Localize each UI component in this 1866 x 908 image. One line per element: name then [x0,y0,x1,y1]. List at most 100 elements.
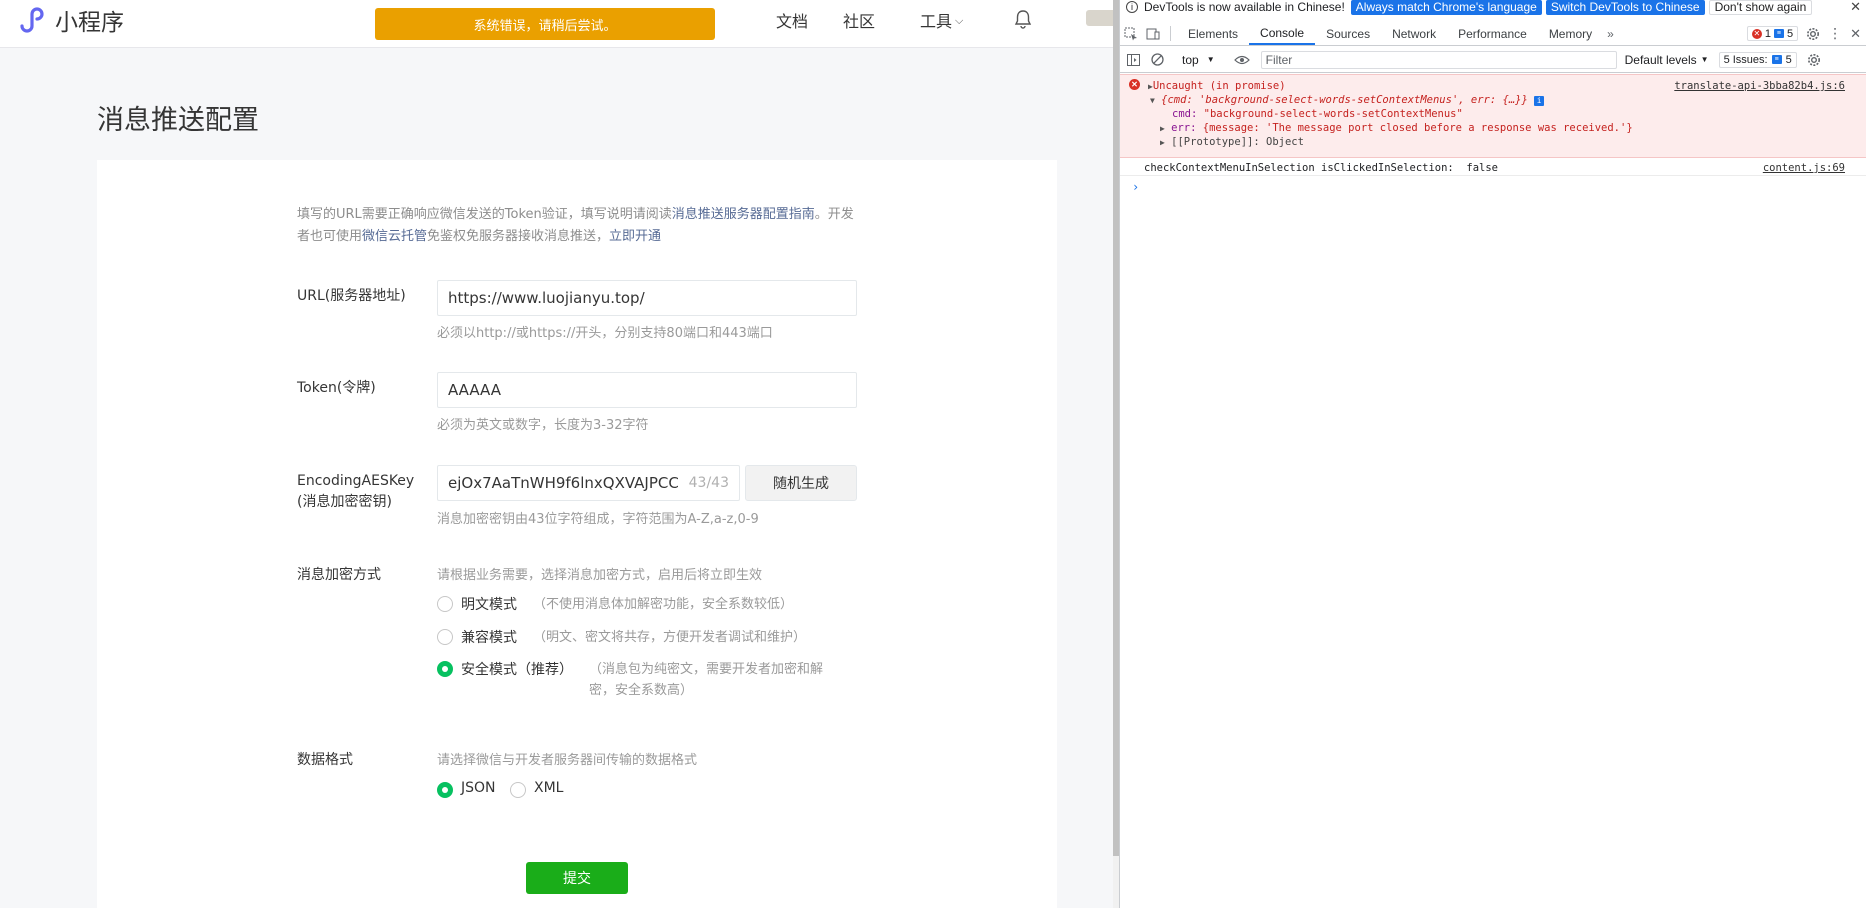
radio-button-checked[interactable] [437,782,453,798]
radio-label: 安全模式（推荐） [461,662,573,678]
intro-text-3: 免鉴权免服务器接收消息推送， [427,229,610,244]
server-config-guide-link[interactable]: 消息推送服务器配置指南 [672,207,815,222]
more-tabs-icon[interactable]: » [1603,22,1618,45]
device-toolbar-icon[interactable] [1142,22,1164,45]
error-prop-cmd: cmd: "background-select-words-setContext… [1172,107,1463,121]
aes-key-counter: 43/43 [688,475,729,491]
nav-docs[interactable]: 文档 [776,8,808,32]
page-title: 消息推送配置 [97,105,259,136]
error-prop-prototype[interactable]: ▶ [[Prototype]]: Object [1160,135,1304,150]
random-generate-button[interactable]: 随机生成 [745,465,857,501]
issues-count: 5 [1785,53,1792,66]
encryption-label: 消息加密方式 [297,567,381,583]
radio-label: JSON [461,780,496,796]
clear-console-icon[interactable] [1146,50,1168,70]
radio-desc: （不使用消息体加解密功能，安全系数较低） [533,597,794,612]
log-source-link[interactable]: content.js:69 [1763,161,1845,175]
live-expression-eye-icon[interactable] [1231,50,1253,70]
console-toolbar: top ▼ Filter Default levels ▼ 5 Issues: … [1120,47,1866,73]
logo[interactable]: 小程序 [14,4,124,36]
dont-show-again-button[interactable]: Don't show again [1708,0,1813,15]
wechat-cloud-link[interactable]: 微信云托管 [362,229,427,244]
devtools-tabbar-right: ✕ 1 ≡ 5 ⋮ ✕ [1746,22,1866,45]
intro-text-1: 填写的URL需要正确响应微信发送的Token验证，填写说明请阅读 [297,207,672,222]
infobar-text: DevTools is now available in Chinese! [1144,0,1345,14]
token-label: Token(令牌) [297,380,376,396]
inspect-element-icon[interactable] [1120,22,1142,45]
message-count: 5 [1786,27,1794,40]
data-format-label: 数据格式 [297,752,353,768]
error-icon: ✕ [1129,79,1140,90]
console-prompt-icon[interactable]: › [1132,180,1139,194]
encryption-hint: 请根据业务需要，选择消息加密方式，启用后将立即生效 [437,568,763,583]
logo-text: 小程序 [55,10,124,36]
error-title[interactable]: ▶Uncaught (in promise) [1148,79,1286,94]
error-prop-err[interactable]: ▶ err: {message: 'The message port close… [1160,121,1633,136]
console-log-entry[interactable]: checkContextMenuInSelection isClickedInS… [1120,160,1866,176]
prop-value: Object [1266,136,1304,148]
more-options-icon[interactable]: ⋮ [1828,25,1842,42]
submit-button[interactable]: 提交 [526,862,628,894]
dropdown-arrow-icon: ▼ [1206,55,1215,64]
prop-key: [[Prototype]]: [1171,136,1260,148]
tab-performance[interactable]: Performance [1447,22,1538,45]
dropdown-arrow-icon: ▼ [1700,55,1709,64]
issues-label: 5 Issues: [1723,53,1768,66]
console-error-entry[interactable]: ✕ ▶Uncaught (in promise) translate-api-3… [1120,74,1866,158]
always-match-language-button[interactable]: Always match Chrome's language [1350,0,1542,15]
switch-to-chinese-button[interactable]: Switch DevTools to Chinese [1545,0,1705,15]
radio-label: 明文模式 [461,597,517,613]
radio-button[interactable] [437,596,453,612]
error-source-link[interactable]: translate-api-3bba82b4.js:6 [1674,79,1845,93]
data-format-hint: 请选择微信与开发者服务器间传输的数据格式 [437,753,698,768]
aes-hint: 消息加密密钥由43位字符组成，字符范围为A-Z,a-z,0-9 [437,512,759,527]
expand-triangle-icon: ▶ [1160,124,1165,133]
log-text: checkContextMenuInSelection isClickedInS… [1144,162,1499,174]
nav-tools[interactable]: 工具 ⌵ [920,8,963,32]
console-filter-input[interactable]: Filter [1260,50,1617,69]
devtools-language-infobar: i DevTools is now available in Chinese! … [1120,0,1866,15]
radio-button-checked[interactable] [437,661,453,677]
nav-tools-label: 工具 [920,12,953,31]
error-title-text: Uncaught (in promise) [1152,80,1286,92]
issues-counter[interactable]: 5 Issues: ≡ 5 [1718,51,1797,68]
intro-text: 填写的URL需要正确响应微信发送的Token验证，填写说明请阅读消息推送服务器配… [297,204,857,248]
console-output: ✕ ▶Uncaught (in promise) translate-api-3… [1120,74,1866,908]
aes-label: EncodingAESKey (消息加密密钥) [297,471,414,513]
console-settings-gear-icon[interactable] [1807,53,1821,67]
tab-network[interactable]: Network [1381,22,1447,45]
aes-key-input[interactable]: ejOx7AaTnWH9f6lnxQXVAJPCCFeR 43/43 [437,465,740,501]
nav-community[interactable]: 社区 [843,8,875,32]
error-warning-counter[interactable]: ✕ 1 ≡ 5 [1746,26,1799,41]
context-selector[interactable]: top ▼ [1176,53,1221,67]
bell-icon[interactable] [1012,8,1034,30]
radio-button[interactable] [437,629,453,645]
radio-compatible-mode[interactable]: 兼容模式 （明文、密文将共存，方便开发者调试和维护） [437,627,806,648]
radio-json[interactable]: JSON [437,780,496,798]
url-input[interactable]: https://www.luojianyu.top/ [437,280,857,316]
log-levels-dropdown[interactable]: Default levels ▼ [1625,53,1709,67]
radio-button[interactable] [510,782,526,798]
token-input[interactable]: AAAAA [437,372,857,408]
radio-desc: （明文、密文将共存，方便开发者调试和维护） [533,630,807,645]
tab-sources[interactable]: Sources [1315,22,1381,45]
sidebar-toggle-icon[interactable] [1122,50,1144,70]
settings-gear-icon[interactable] [1806,27,1820,41]
open-now-link[interactable]: 立即开通 [609,229,661,244]
avatar[interactable] [1086,10,1113,26]
tab-elements[interactable]: Elements [1177,22,1249,45]
error-banner: 系统错误，请稍后尝试。 [375,8,715,40]
tab-memory[interactable]: Memory [1538,22,1603,45]
error-object[interactable]: ▼ {cmd: 'background-select-words-setCont… [1150,93,1545,108]
token-hint: 必须为英文或数字，长度为3-32字符 [437,418,649,433]
close-icon[interactable]: ✕ [1850,0,1861,15]
error-icon: ✕ [1751,28,1762,39]
radio-xml[interactable]: XML [510,780,563,798]
radio-plaintext-mode[interactable]: 明文模式 （不使用消息体加解密功能，安全系数较低） [437,594,793,615]
message-icon: ≡ [1773,29,1784,38]
radio-secure-mode[interactable]: 安全模式（推荐） （消息包为纯密文，需要开发者加密和解 密，安全系数高） [437,659,844,701]
info-icon: i [1126,1,1138,13]
context-value: top [1182,52,1199,67]
tab-console[interactable]: Console [1249,22,1316,45]
close-devtools-icon[interactable]: ✕ [1850,26,1861,42]
